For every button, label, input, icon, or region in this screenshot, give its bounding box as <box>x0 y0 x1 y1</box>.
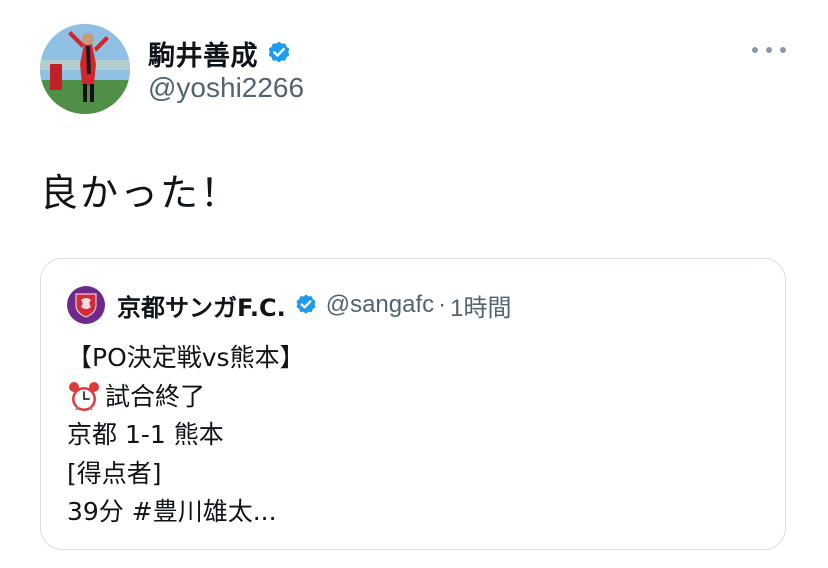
quoted-line: 【PO決定戦vs熊本】 <box>67 343 305 372</box>
club-crest-icon[interactable] <box>67 286 105 324</box>
author-handle[interactable]: @yoshi2266 <box>148 72 304 104</box>
more-dot <box>780 47 786 53</box>
verified-badge-icon <box>294 293 318 317</box>
author-display-name[interactable]: 駒井善成 <box>148 34 258 73</box>
dot-separator: · <box>438 291 447 318</box>
quoted-line: 39分 #豊川雄太... <box>67 497 277 526</box>
quoted-tweet-header: 京都サンガF.C. @sangafc · 1時間 <box>67 285 512 325</box>
alarm-clock-icon <box>67 380 101 414</box>
quoted-tweet-body: 【PO決定戦vs熊本】 試合終了 京都 1-1 熊本 [得点者] 39分 #豊川… <box>67 339 305 532</box>
display-name-row: 駒井善成 <box>148 34 304 73</box>
quoted-line: [得点者] <box>67 458 162 488</box>
quoted-line-with-icon: 試合終了 <box>67 378 305 417</box>
more-horizontal-icon[interactable] <box>752 40 786 60</box>
quoted-tweet-time[interactable]: 1時間 <box>450 288 511 323</box>
quoted-author-handle[interactable]: @sangafc <box>326 291 434 319</box>
quoted-author-display-name[interactable]: 京都サンガF.C. <box>117 288 286 323</box>
quoted-line: 京都 1-1 熊本 <box>67 420 224 449</box>
author-avatar[interactable] <box>40 24 130 114</box>
tweet-text: 良かった！ <box>40 171 241 215</box>
quoted-tweet[interactable]: 京都サンガF.C. @sangafc · 1時間 【PO決定戦vs熊本】 試合終… <box>40 258 786 550</box>
more-dot <box>752 47 758 53</box>
author-info[interactable]: 駒井善成 @yoshi2266 <box>148 36 304 104</box>
quoted-line-text: 試合終了 <box>105 381 206 411</box>
tweet: 駒井善成 @yoshi2266 良かった！ 京都サンガF.C. @sangafc… <box>0 0 828 568</box>
verified-badge-icon <box>266 40 292 66</box>
more-dot <box>766 47 772 53</box>
